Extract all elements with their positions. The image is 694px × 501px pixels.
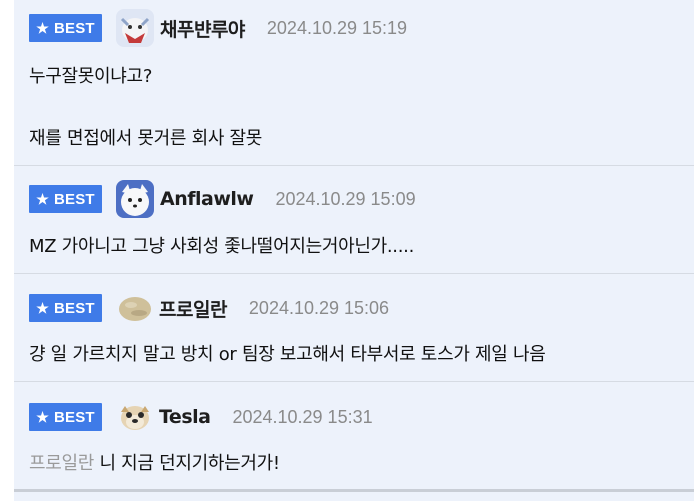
comment-meta: ★ BEST 프로일란 2024.10.29 15:06 — [29, 293, 389, 323]
nickname[interactable]: 프로일란 — [159, 295, 227, 322]
star-icon: ★ — [36, 299, 49, 316]
best-badge: ★ BEST — [29, 14, 102, 42]
timestamp: 2024.10.29 15:31 — [232, 406, 373, 427]
comment-list: ★ BEST 채푸뱐루야 2024.10.29 15:19 누구잘못이냐고? 재를… — [14, 0, 694, 501]
star-icon: ★ — [36, 19, 49, 36]
timestamp: 2024.10.29 15:19 — [266, 17, 408, 38]
avatar[interactable] — [116, 180, 154, 218]
nickname[interactable]: Tesla — [159, 406, 211, 428]
nickname[interactable]: Anflawlw — [160, 188, 254, 210]
avatar[interactable] — [116, 9, 154, 47]
star-icon: ★ — [36, 408, 49, 425]
comment-text: 걍 일 가르치지 말고 방치 or 팀장 보고해서 타부서로 토스가 제일 나음 — [29, 344, 546, 365]
nickname[interactable]: 채푸뱐루야 — [160, 15, 245, 42]
comment-meta: ★ BEST Tesla 2024.10.29 15:31 — [29, 402, 373, 432]
comment-text: 재를 면접에서 못거른 회사 잘못 — [29, 128, 263, 149]
best-badge: ★ BEST — [29, 294, 102, 322]
comment-item: ★ BEST Tesla 2024.10.29 15:31 프로일란 니 지금 던… — [14, 382, 694, 492]
star-icon: ★ — [36, 190, 49, 207]
best-badge: ★ BEST — [29, 185, 102, 213]
comment-text-content: 니 지금 던지기하는거가! — [94, 453, 280, 474]
comment-meta: ★ BEST Anflawlw 2024.10.29 15:09 — [29, 180, 416, 218]
timestamp: 2024.10.29 15:06 — [248, 297, 390, 318]
avatar[interactable] — [117, 402, 153, 432]
comment-text: MZ 가아니고 그냥 사회성 좇나떨어지는거아닌가..... — [29, 236, 414, 257]
comment-item: ★ BEST 프로일란 2024.10.29 15:06 걍 일 가르치지 말고 … — [14, 274, 694, 382]
timestamp: 2024.10.29 15:09 — [275, 188, 416, 209]
avatar[interactable] — [117, 293, 153, 323]
best-badge: ★ BEST — [29, 403, 102, 431]
comment-meta: ★ BEST 채푸뱐루야 2024.10.29 15:19 — [29, 9, 408, 47]
comment-text: 누구잘못이냐고? — [29, 66, 153, 87]
comment-text: 프로일란 니 지금 던지기하는거가! — [29, 449, 280, 475]
mention-link[interactable]: 프로일란 — [29, 453, 94, 474]
comment-item: ★ BEST 채푸뱐루야 2024.10.29 15:19 누구잘못이냐고? 재를… — [14, 0, 694, 166]
comment-item: ★ BEST Anflawlw 2024.10.29 15:09 MZ 가아니고 … — [14, 166, 694, 274]
